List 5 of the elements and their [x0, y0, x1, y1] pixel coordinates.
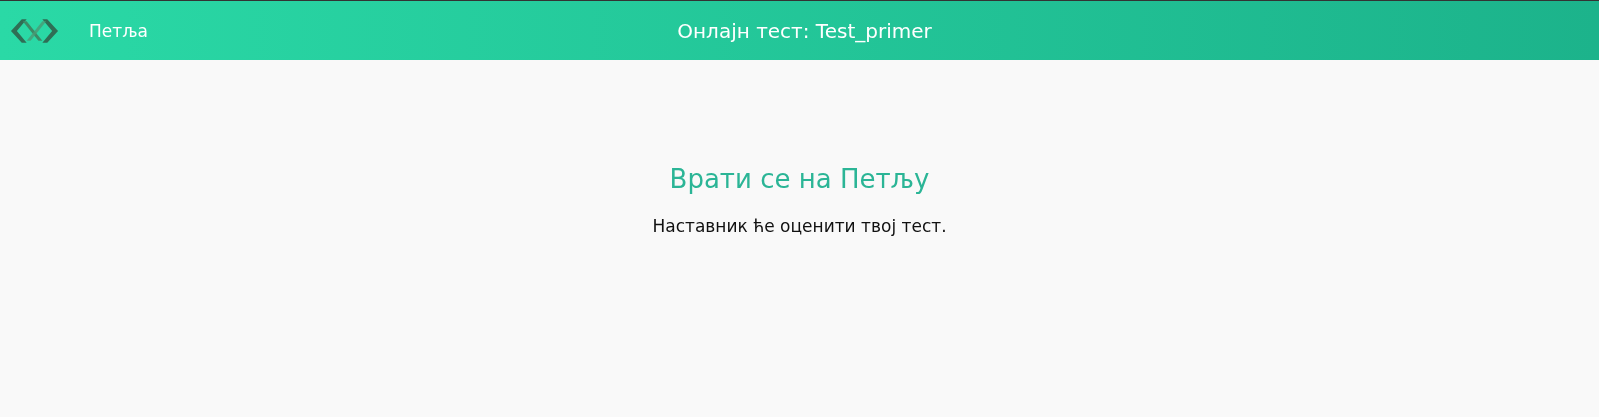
page-title: Онлајн тест: Test_primer — [677, 18, 932, 43]
message-text: Наставник ће оценити твој тест. — [652, 216, 947, 236]
back-link[interactable]: Врати се на Петљу — [669, 164, 930, 194]
logo-icon[interactable] — [10, 17, 59, 44]
brand-link[interactable]: Петља — [89, 20, 148, 41]
